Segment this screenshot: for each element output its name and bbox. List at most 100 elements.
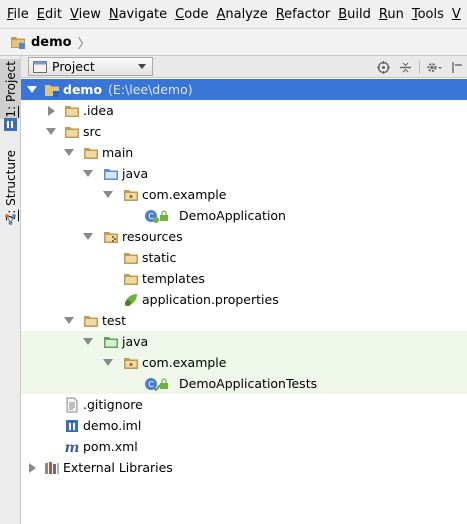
tree-node-demo-iml[interactable]: demo.iml [21, 415, 467, 436]
test-source-folder-icon [104, 336, 118, 348]
tree-node-label: com.example [142, 187, 227, 202]
folder-icon [124, 252, 138, 264]
navigation-bar: demo 〉 [0, 29, 467, 56]
tree-node-label: com.example [142, 355, 227, 370]
tree-node-label: java [122, 166, 149, 181]
tree-node-main-package[interactable]: com.example [21, 184, 467, 205]
spring-boot-class-icon: C [145, 209, 159, 223]
tree-node-label: static [142, 250, 177, 265]
expand-toggle-icon[interactable] [27, 463, 37, 473]
chevron-down-icon [138, 64, 146, 69]
project-view-label: Project [52, 59, 95, 74]
menu-tools[interactable]: Tools [408, 7, 448, 22]
tree-node-test[interactable]: test [21, 310, 467, 331]
tree-node-src[interactable]: src [21, 121, 467, 142]
tree-node-label: src [83, 124, 102, 139]
tree-node-root[interactable]: demo (E:\lee\demo) [21, 79, 467, 100]
tree-node-label: .idea [83, 103, 114, 118]
expand-toggle-icon[interactable] [64, 148, 74, 158]
project-tree[interactable]: demo (E:\lee\demo) .idea src main java c… [21, 78, 467, 524]
project-view-selector[interactable]: Project [28, 57, 153, 76]
folder-icon [65, 126, 79, 138]
toolwindow-actions [372, 56, 467, 78]
project-tool-icon[interactable] [4, 118, 17, 131]
svg-text:m: m [65, 440, 80, 455]
project-path: (E:\lee\demo) [108, 82, 193, 97]
folder-icon [84, 147, 98, 159]
tab-project-label: 1: Project [3, 60, 18, 118]
menu-run[interactable]: Run [375, 7, 408, 22]
tree-node-resources[interactable]: resources [21, 226, 467, 247]
breadcrumb-chevron-icon: 〉 [77, 36, 91, 52]
tree-node-gitignore[interactable]: .gitignore [21, 394, 467, 415]
tree-node-external-libraries[interactable]: External Libraries [21, 457, 467, 478]
expand-toggle-icon[interactable] [46, 127, 56, 137]
tree-node-label: .gitignore [83, 397, 143, 412]
tree-node-static[interactable]: static [21, 247, 467, 268]
project-name: demo [63, 82, 103, 97]
sync-icon[interactable] [372, 56, 394, 78]
tree-node-pom[interactable]: m pom.xml [21, 436, 467, 457]
expand-toggle-icon[interactable] [103, 190, 113, 200]
maven-icon: m [65, 440, 80, 455]
collapse-all-icon[interactable] [394, 56, 416, 78]
expand-toggle-icon[interactable] [83, 169, 93, 179]
expand-toggle-icon[interactable] [83, 232, 93, 242]
tree-node-test-package[interactable]: com.example [21, 352, 467, 373]
left-tool-strip: 1: Project 7: Structure [0, 56, 21, 524]
package-icon [124, 189, 138, 201]
resources-folder-icon [104, 231, 118, 243]
tree-node-idea[interactable]: .idea [21, 100, 467, 121]
header-separator [419, 60, 420, 74]
tree-node-label: templates [142, 271, 205, 286]
folder-icon [124, 273, 138, 285]
expand-toggle-icon[interactable] [83, 337, 93, 347]
lock-icon [160, 377, 168, 389]
tree-node-label: External Libraries [63, 460, 173, 475]
folder-icon [84, 315, 98, 327]
menu-vcs-truncated[interactable]: V [448, 7, 465, 22]
tree-node-main-java[interactable]: java [21, 163, 467, 184]
tree-node-label: pom.xml [83, 439, 138, 454]
expand-toggle-icon[interactable] [64, 316, 74, 326]
project-folder-icon [45, 84, 59, 97]
expand-toggle-icon[interactable] [103, 358, 113, 368]
menu-navigate[interactable]: Navigate [105, 7, 171, 22]
project-folder-icon [11, 37, 25, 49]
tree-node-label: java [122, 334, 149, 349]
tree-node-demo-application[interactable]: C DemoApplication [21, 205, 467, 226]
spring-properties-icon [125, 293, 137, 306]
menu-refactor[interactable]: Refactor [272, 7, 335, 22]
folder-icon [65, 105, 79, 117]
menu-file[interactable]: File [3, 7, 33, 22]
package-icon [124, 357, 138, 369]
project-toolwindow-header: Project [21, 56, 467, 78]
expand-toggle-icon[interactable] [27, 85, 37, 95]
tree-node-label: DemoApplicationTests [179, 376, 318, 391]
tree-node-application-properties[interactable]: application.properties [21, 289, 467, 310]
structure-tool-icon[interactable] [4, 213, 17, 226]
tab-project[interactable]: 1: Project [0, 59, 21, 119]
hide-icon[interactable] [445, 56, 467, 78]
settings-icon[interactable] [423, 56, 445, 78]
tree-node-templates[interactable]: templates [21, 268, 467, 289]
menu-view[interactable]: View [66, 7, 105, 22]
breadcrumb-project[interactable]: demo [31, 35, 72, 50]
svg-text:C: C [148, 380, 154, 389]
tree-node-label: demo.iml [83, 418, 142, 433]
tree-node-label: demo (E:\lee\demo) [63, 82, 193, 97]
tree-node-main[interactable]: main [21, 142, 467, 163]
menu-edit[interactable]: Edit [33, 7, 66, 22]
test-class-icon: C [145, 377, 160, 391]
tree-node-label: test [102, 313, 127, 328]
tree-node-label: DemoApplication [179, 208, 286, 223]
menu-analyze[interactable]: Analyze [212, 7, 271, 22]
menu-code[interactable]: Code [171, 7, 212, 22]
tree-node-test-java[interactable]: java [21, 331, 467, 352]
libraries-icon [45, 461, 59, 474]
menu-build[interactable]: Build [334, 7, 375, 22]
source-folder-icon [104, 168, 118, 180]
module-file-icon [66, 419, 78, 432]
tree-node-demo-application-tests[interactable]: C DemoApplicationTests [21, 373, 467, 394]
expand-toggle-icon[interactable] [46, 106, 56, 116]
